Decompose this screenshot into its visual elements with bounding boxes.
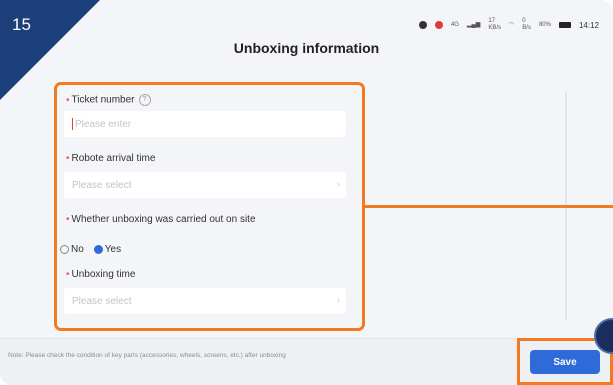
clock: 14:12: [578, 20, 599, 30]
callout-connector-line: [365, 205, 613, 208]
alert-notification-icon: [434, 21, 443, 29]
network-type: 4G: [450, 21, 459, 28]
form-highlight-box: [54, 82, 365, 331]
mobile-speed: 17 KB/s: [488, 18, 502, 31]
page-title: Unboxing information: [233, 40, 380, 56]
battery-level: 80%: [538, 21, 551, 28]
wifi-speed: 0 B/s: [522, 18, 531, 31]
footer-note: Note: Please check the condition of key …: [8, 352, 286, 359]
wifi-icon: ◠: [509, 21, 515, 28]
step-number: 15: [12, 15, 31, 34]
battery-icon: [558, 22, 571, 28]
status-bar: 4G ▂▄▆ 17 KB/s ◠ 0 B/s 80% 14:12: [418, 18, 599, 32]
app-notification-icon: [418, 21, 427, 29]
signal-icon: ▂▄▆: [466, 21, 481, 28]
